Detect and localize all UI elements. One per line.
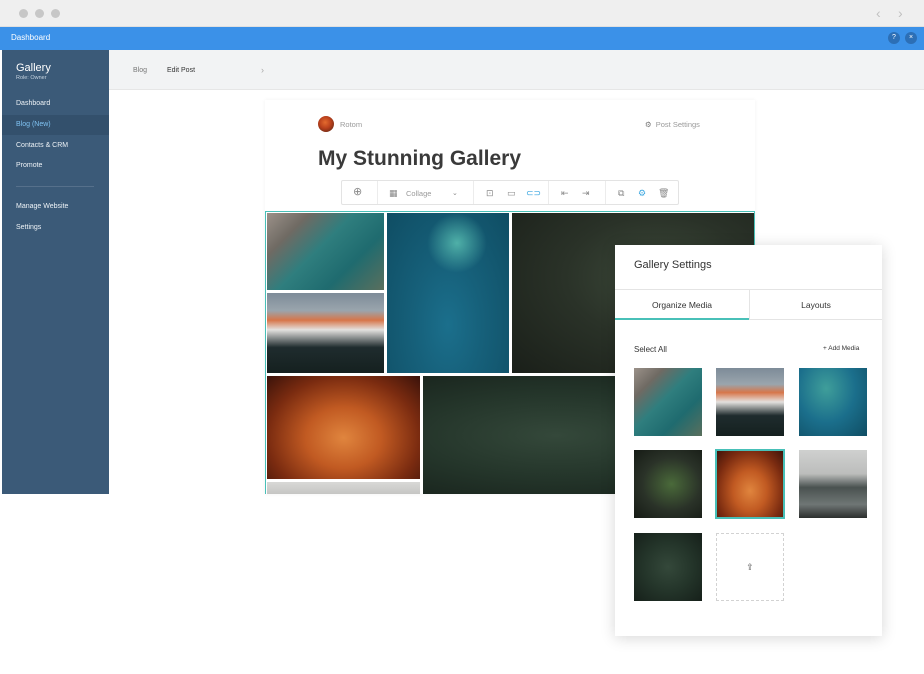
window-maximize-dot[interactable]: [51, 9, 60, 18]
breadcrumb: Blog › Edit Post: [109, 50, 924, 90]
breadcrumb-current: Edit Post: [167, 67, 196, 74]
settings-icon[interactable]: ⚙: [638, 187, 646, 199]
align-middle-icon[interactable]: ▭: [507, 187, 516, 199]
app-title: Dashboard: [11, 33, 51, 42]
gallery-image-lake[interactable]: [387, 213, 509, 373]
tab-layouts[interactable]: Layouts: [749, 289, 882, 320]
post-settings-label: Post Settings: [655, 120, 700, 129]
thumbnail-forest[interactable]: [634, 533, 702, 601]
align-top-icon[interactable]: ⊡: [486, 187, 494, 199]
sidebar-item-blog[interactable]: Blog (New): [2, 115, 109, 135]
thumbnail-canyon[interactable]: [715, 449, 785, 519]
layout-icon: ▦: [389, 188, 398, 198]
upload-dropzone[interactable]: ⇪: [716, 533, 784, 601]
replace-icon[interactable]: ⧉: [618, 187, 624, 199]
delete-icon[interactable]: 🗑: [658, 187, 669, 199]
thumbnail-lake[interactable]: [799, 368, 867, 436]
avatar: [318, 116, 334, 132]
gallery-image-mountain[interactable]: [267, 293, 384, 373]
align-full-icon[interactable]: ⊂⊃: [526, 187, 541, 199]
select-all-button[interactable]: Select All: [634, 345, 667, 354]
back-arrow-icon[interactable]: ‹: [876, 6, 881, 20]
align-right-icon[interactable]: ⇥: [582, 187, 590, 199]
gallery-settings-panel: Gallery Settings Organize Media Layouts …: [615, 245, 882, 636]
browser-chrome: ‹ ›: [0, 0, 924, 27]
thumbnail-kayak[interactable]: [799, 450, 867, 518]
sidebar-item-manage-website[interactable]: Manage Website: [2, 197, 109, 217]
add-media-button[interactable]: + Add Media: [823, 345, 859, 352]
align-left-icon[interactable]: ⇤: [561, 187, 569, 199]
sidebar: Gallery Role: Owner Dashboard Blog (New)…: [2, 50, 109, 494]
upload-icon: ⇪: [746, 562, 754, 572]
gear-icon: ⚙: [645, 120, 652, 129]
sidebar-item-promote[interactable]: Promote: [2, 156, 109, 176]
top-bar: Dashboard ? ×: [0, 27, 924, 50]
window-close-dot[interactable]: [19, 9, 28, 18]
sidebar-divider: [16, 186, 94, 187]
sidebar-role: Role: Owner: [16, 75, 47, 81]
layout-select[interactable]: Collage: [406, 189, 431, 198]
gallery-image-river[interactable]: [267, 213, 384, 290]
sidebar-brand: Gallery: [16, 62, 51, 74]
help-icon[interactable]: ?: [888, 32, 900, 44]
window-minimize-dot[interactable]: [35, 9, 44, 18]
thumbnail-fern[interactable]: [634, 450, 702, 518]
thumbnail-mountain[interactable]: [716, 368, 784, 436]
tab-organize-media[interactable]: Organize Media: [615, 289, 749, 320]
panel-title: Gallery Settings: [634, 259, 712, 271]
author-name: Rotom: [340, 120, 363, 129]
add-icon[interactable]: ⊕: [353, 186, 362, 198]
breadcrumb-blog[interactable]: Blog: [133, 67, 147, 74]
sidebar-item-dashboard[interactable]: Dashboard: [2, 94, 109, 114]
chevron-down-icon[interactable]: ⌄: [452, 188, 458, 200]
post-title[interactable]: My Stunning Gallery: [318, 147, 521, 171]
sidebar-item-settings[interactable]: Settings: [2, 218, 109, 238]
close-icon[interactable]: ×: [905, 32, 917, 44]
gallery-toolbar: ⊕ ▦ Collage ⌄ ⊡ ▭ ⊂⊃ ⇤ ⇥ ⧉ ⚙ 🗑: [341, 180, 679, 205]
sidebar-item-contacts[interactable]: Contacts & CRM: [2, 136, 109, 156]
thumbnail-river[interactable]: [634, 368, 702, 436]
breadcrumb-separator-icon: ›: [261, 65, 264, 75]
gallery-image-canyon[interactable]: [267, 376, 420, 479]
forward-arrow-icon[interactable]: ›: [898, 6, 903, 20]
post-settings-button[interactable]: ⚙ Post Settings: [645, 120, 700, 129]
gallery-image-misty[interactable]: [267, 482, 420, 494]
